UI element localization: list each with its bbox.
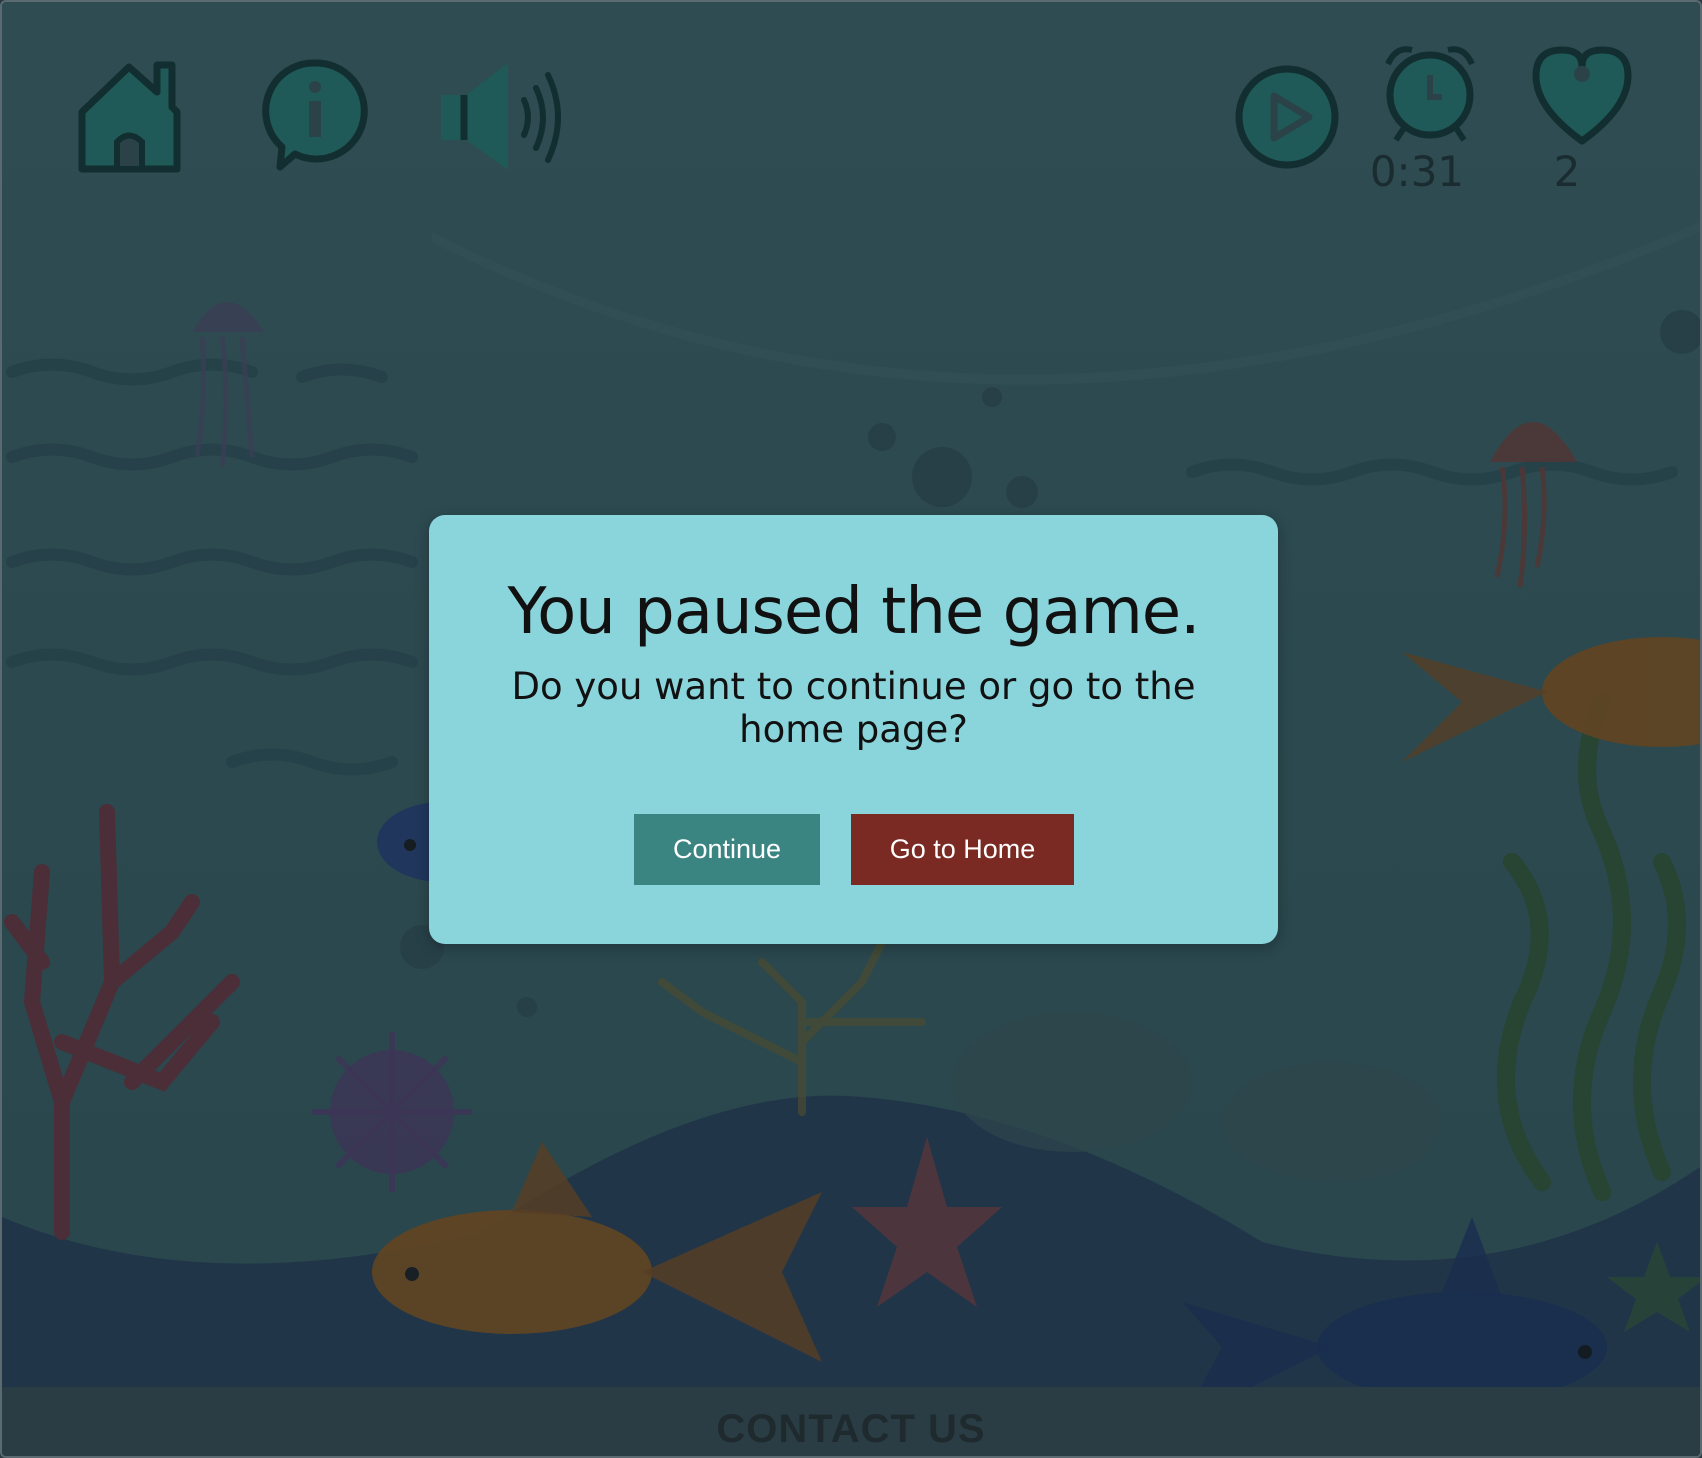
pause-dialog-title: You paused the game. bbox=[507, 575, 1200, 649]
info-icon[interactable] bbox=[260, 57, 370, 172]
speaker-icon[interactable] bbox=[436, 60, 566, 175]
pause-dialog-message: Do you want to continue or go to the hom… bbox=[511, 665, 1196, 751]
contact-us-link[interactable]: CONTACT US bbox=[2, 1407, 1700, 1452]
continue-button[interactable]: Continue bbox=[634, 814, 820, 885]
alarm-clock-icon bbox=[1380, 40, 1480, 145]
go-to-home-button[interactable]: Go to Home bbox=[851, 814, 1074, 885]
lives-value: 2 bbox=[1553, 147, 1581, 196]
play-icon[interactable] bbox=[1234, 64, 1340, 170]
timer-value: 0:31 bbox=[1369, 147, 1465, 196]
home-icon[interactable] bbox=[72, 57, 187, 177]
game-window: 0:31 2 CONTACT US You paused the game. D… bbox=[0, 0, 1702, 1458]
pause-dialog: You paused the game. Do you want to cont… bbox=[429, 515, 1278, 944]
heart-icon bbox=[1530, 46, 1635, 146]
